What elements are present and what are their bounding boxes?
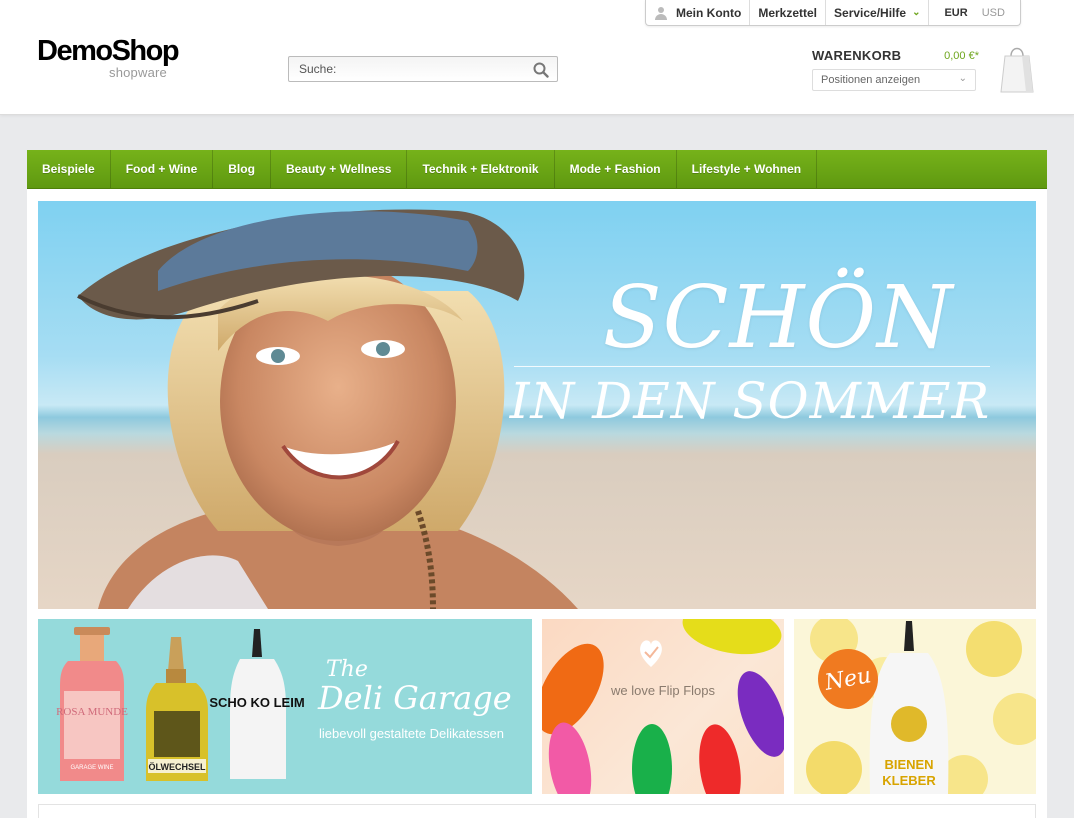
my-account-label: Mein Konto xyxy=(676,5,742,20)
currency-switcher: EUR USD xyxy=(929,0,1019,25)
search-input[interactable] xyxy=(289,62,519,76)
nav-item-beauty-wellness[interactable]: Beauty + Wellness xyxy=(271,150,408,188)
hero-subheadline: IN DEN SOMMER xyxy=(509,372,991,430)
deli-bottles-image: ROSA MUNDE GARAGE WINE ÖLWECHSEL SCHO KO… xyxy=(56,627,305,781)
bottle1-sublabel: GARAGE WINE xyxy=(70,765,113,771)
cart-widget: WARENKORB 0,00 €* Positionen anzeigen ⌄ xyxy=(812,48,982,91)
nav-item-mode-fashion[interactable]: Mode + Fashion xyxy=(555,150,677,188)
shopping-bag-icon[interactable] xyxy=(1000,44,1034,94)
logo-name: DemoShop xyxy=(37,35,180,67)
bottle1-label: ROSA MUNDE xyxy=(56,706,128,718)
main-content: Beispiele Food + Wine Blog Beauty + Well… xyxy=(27,150,1047,818)
currency-usd[interactable]: USD xyxy=(975,7,1012,19)
nav-item-food-wine[interactable]: Food + Wine xyxy=(111,150,214,188)
hero-divider xyxy=(514,366,990,367)
nav-item-beispiele[interactable]: Beispiele xyxy=(27,150,111,188)
chevron-down-icon: ⌄ xyxy=(912,7,921,18)
service-help-label: Service/Hilfe xyxy=(834,5,907,20)
cart-amount: 0,00 €* xyxy=(944,50,979,62)
bottle3-label: SCHO KO LEIM xyxy=(209,695,304,710)
shop-logo[interactable]: DemoShop shopware xyxy=(37,35,180,80)
my-account-link[interactable]: Mein Konto xyxy=(646,0,751,25)
content-box-top xyxy=(38,804,1036,818)
nav-item-blog[interactable]: Blog xyxy=(213,150,271,188)
search-icon[interactable] xyxy=(533,62,549,78)
heart-icon xyxy=(640,640,662,667)
nav-item-technik-elektronik[interactable]: Technik + Elektronik xyxy=(407,150,555,188)
deli-garage-banner[interactable]: ROSA MUNDE GARAGE WINE ÖLWECHSEL SCHO KO… xyxy=(38,619,532,794)
bienen-kleber-banner[interactable]: BIENEN KLEBER Neu xyxy=(794,619,1036,794)
wishlist-link[interactable]: Merkzettel xyxy=(750,0,827,25)
hero-headline: SCHÖN xyxy=(602,268,954,368)
bienen-label-1: BIENEN xyxy=(884,757,933,772)
user-icon xyxy=(654,6,668,20)
nav-item-lifestyle-wohnen[interactable]: Lifestyle + Wohnen xyxy=(677,150,818,188)
chevron-down-icon: ⌄ xyxy=(958,73,967,84)
cart-positions-label: Positionen anzeigen xyxy=(821,74,921,86)
service-help-dropdown[interactable]: Service/Hilfe ⌄ xyxy=(826,0,930,25)
bienen-label-2: KLEBER xyxy=(882,773,936,788)
deli-subtitle: liebevoll gestaltete Delikatessen xyxy=(319,726,504,741)
hero-banner[interactable]: SCHÖN IN DEN SOMMER xyxy=(38,201,1036,609)
main-navigation: Beispiele Food + Wine Blog Beauty + Well… xyxy=(27,150,1047,189)
site-header: DemoShop shopware Mein Konto Merkzettel … xyxy=(0,0,1074,115)
flip-flops-text: we love Flip Flops xyxy=(610,683,716,698)
bottle2-label: ÖLWECHSEL xyxy=(148,762,206,772)
apple-slices-image: BIENEN KLEBER xyxy=(806,619,1036,794)
top-service-bar: Mein Konto Merkzettel Service/Hilfe ⌄ EU… xyxy=(645,0,1021,26)
currency-eur[interactable]: EUR xyxy=(937,7,974,19)
cart-positions-select[interactable]: Positionen anzeigen ⌄ xyxy=(812,69,976,91)
deli-title: Deli Garage xyxy=(318,679,512,717)
search-box xyxy=(288,56,558,82)
flip-flops-banner[interactable]: we love Flip Flops xyxy=(542,619,784,794)
logo-subtitle: shopware xyxy=(109,65,167,80)
